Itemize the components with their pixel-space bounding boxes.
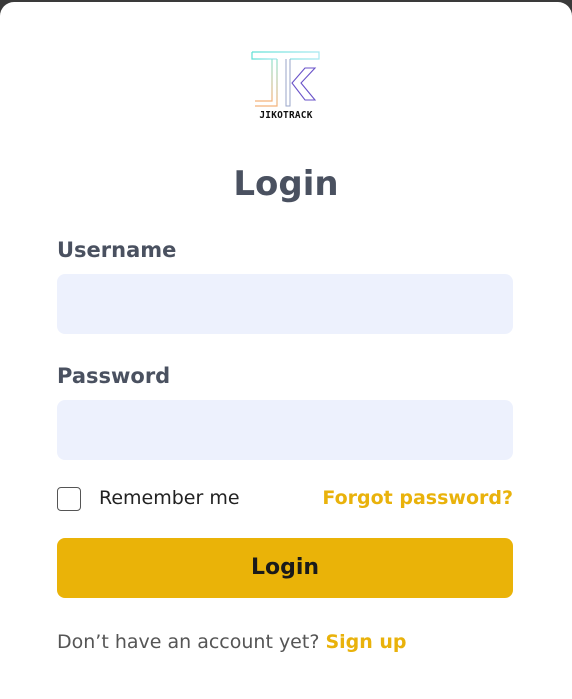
username-input[interactable] — [57, 274, 513, 334]
signup-link[interactable]: Sign up — [325, 631, 406, 653]
jikotrack-logo-icon — [251, 51, 320, 107]
signup-prompt-text: Don’t have an account yet? — [57, 631, 326, 653]
brand-logo: JIKOTRACK — [249, 48, 323, 128]
password-input[interactable] — [57, 400, 513, 460]
remember-me-checkbox[interactable] — [57, 487, 81, 511]
password-label: Password — [57, 364, 171, 388]
remember-me-label[interactable]: Remember me — [99, 487, 240, 509]
forgot-password-link[interactable]: Forgot password? — [322, 487, 513, 509]
login-button[interactable]: Login — [57, 538, 513, 598]
brand-name: JIKOTRACK — [259, 110, 313, 121]
signup-prompt: Don’t have an account yet? Sign up — [57, 631, 407, 653]
page-title: Login — [233, 164, 339, 204]
username-label: Username — [57, 238, 177, 262]
login-card: JIKOTRACK Login Username Password Rememb… — [0, 2, 572, 699]
